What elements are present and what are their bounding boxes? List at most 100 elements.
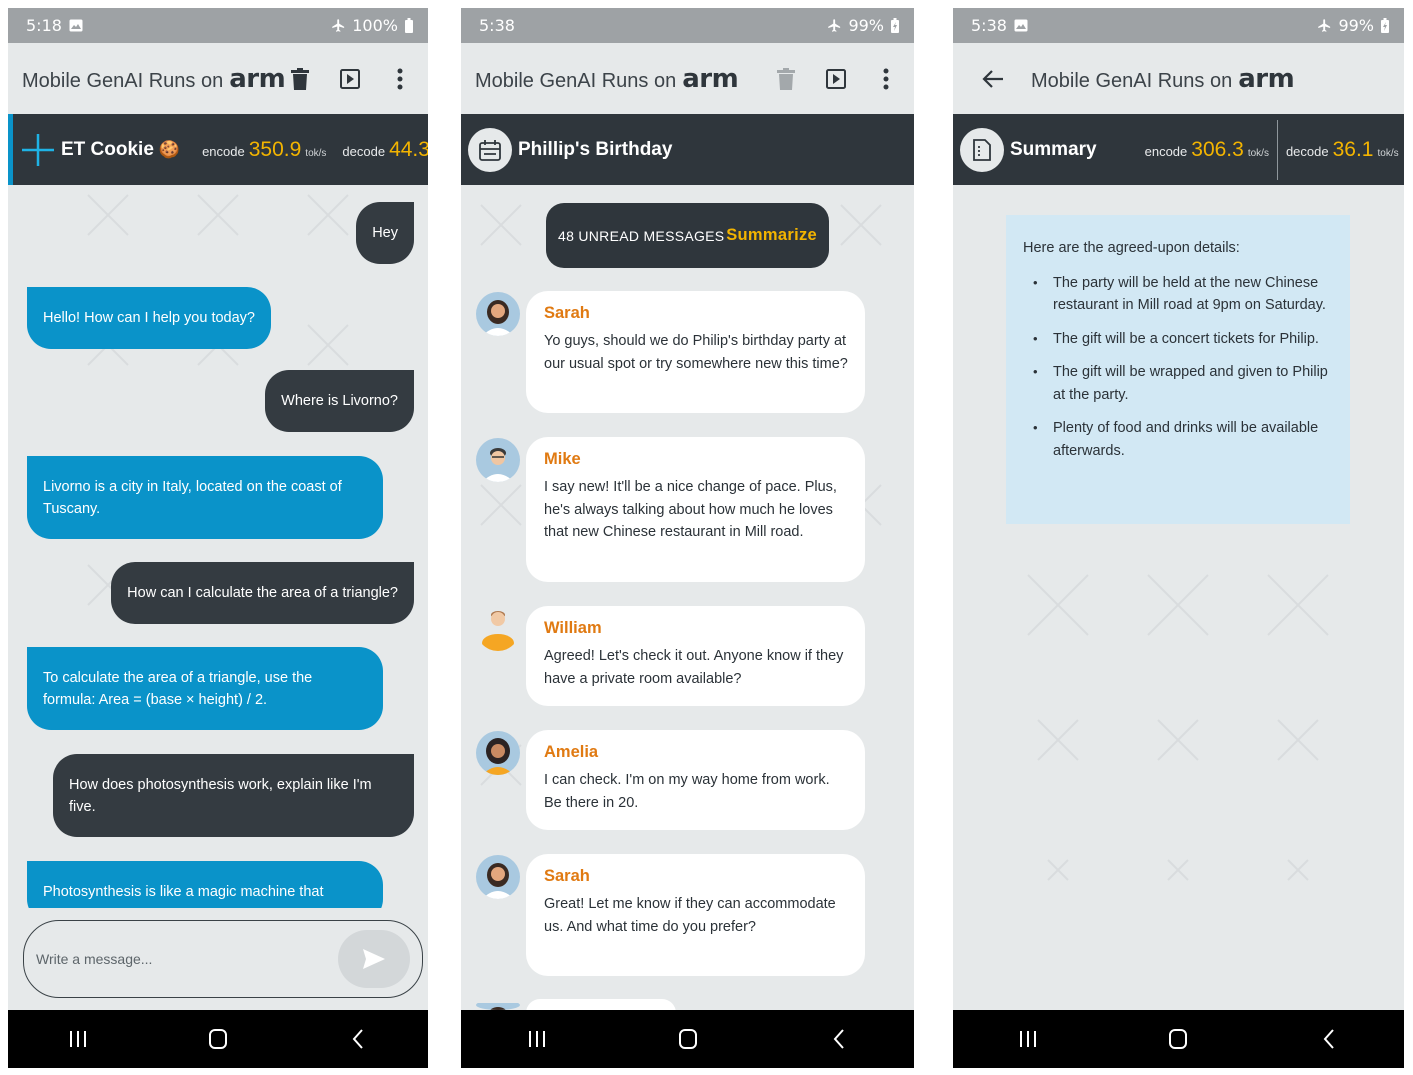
play-box-icon[interactable]	[336, 65, 364, 93]
avatar-amelia	[476, 731, 520, 775]
chat-title: Summary	[1010, 138, 1097, 160]
decode-value: 36.1	[1332, 137, 1374, 161]
system-nav-bar	[461, 1010, 914, 1068]
encode-unit: tok/s	[1247, 147, 1269, 159]
calendar-icon	[468, 127, 512, 172]
app-bar: Mobile GenAI Runs on arm	[8, 43, 428, 114]
arm-logo: arm	[229, 63, 286, 94]
sender-name: William	[544, 619, 602, 637]
image-notification-icon	[1013, 18, 1029, 34]
avatar-sarah	[476, 855, 520, 899]
plus-icon[interactable]	[21, 132, 55, 168]
encode-label: encode	[202, 143, 245, 159]
message-text: Photosynthesis is like a magic machine t…	[43, 884, 324, 900]
summary-list: The party will be held at the new Chines…	[1023, 272, 1332, 463]
message-input[interactable]	[36, 951, 338, 967]
home-icon[interactable]	[202, 1023, 234, 1055]
screen-chat: 5:18 100% Mobile GenAI Runs on arm ET Coo…	[8, 8, 428, 1068]
user-message[interactable]: How can I calculate the area of a triang…	[111, 562, 414, 624]
avatar-partial	[476, 1000, 520, 1010]
chat-header: Phillip's Birthday	[461, 114, 914, 185]
chat-header: ET Cookie 🍪 encode350.9tok/s decode44.3t…	[8, 114, 428, 185]
back-nav-icon[interactable]	[1313, 1023, 1345, 1055]
avatar-william	[476, 607, 520, 651]
message-card[interactable]: Sarah Great! Let me know if they can acc…	[526, 854, 865, 976]
app-bar: Mobile GenAI Runs on arm	[461, 43, 914, 114]
chat-title: ET Cookie	[61, 138, 154, 160]
metric-divider	[1276, 119, 1278, 180]
status-time: 5:38	[479, 16, 515, 35]
decode-unit: tok/s	[1377, 147, 1399, 159]
sender-name: Mike	[544, 450, 581, 468]
back-arrow-icon[interactable]	[979, 65, 1007, 93]
encode-value: 306.3	[1191, 137, 1244, 161]
encode-value: 350.9	[248, 137, 302, 161]
screen-group-chat: 5:38 99% Mobile GenAI Runs on arm Phillip…	[461, 8, 914, 1068]
encode-unit: tok/s	[305, 147, 327, 159]
chat-title: Phillip's Birthday	[518, 138, 673, 160]
trash-icon[interactable]	[772, 65, 800, 93]
system-nav-bar	[8, 1010, 428, 1068]
home-icon[interactable]	[672, 1023, 704, 1055]
message-card[interactable]: Amelia I can check. I'm on my way home f…	[526, 730, 865, 830]
brand-title: Mobile GenAI Runs on arm	[475, 64, 739, 94]
airplane-mode-icon	[826, 18, 842, 34]
system-nav-bar	[953, 1010, 1404, 1068]
message-card[interactable]: Sarah Yo guys, should we do Philip's bir…	[526, 291, 865, 413]
user-message[interactable]: How does photosynthesis work, explain li…	[53, 754, 414, 837]
status-bar: 5:38 99%	[461, 8, 914, 43]
summary-point: The gift will be a concert tickets for P…	[1023, 328, 1332, 351]
message-text: Agreed! Let's check it out. Anyone know …	[544, 648, 844, 687]
status-time: 5:38	[971, 16, 1007, 35]
message-text: How does photosynthesis work, explain li…	[69, 776, 372, 815]
send-button[interactable]	[338, 930, 410, 988]
message-text: Yo guys, should we do Philip's birthday …	[544, 333, 848, 372]
recent-apps-icon[interactable]	[1012, 1023, 1044, 1055]
back-nav-icon[interactable]	[823, 1023, 855, 1055]
encode-label: encode	[1144, 143, 1188, 159]
summary-card: Here are the agreed-upon details: The pa…	[1006, 215, 1350, 524]
back-nav-icon[interactable]	[342, 1023, 374, 1055]
airplane-mode-icon	[330, 18, 346, 34]
trash-icon[interactable]	[286, 65, 314, 93]
battery-level: 99%	[1338, 16, 1374, 35]
sender-name: Sarah	[544, 867, 590, 885]
summary-point: The party will be held at the new Chines…	[1023, 272, 1332, 317]
brand-prefix: Mobile GenAI Runs on	[1031, 69, 1233, 92]
message-input-container	[23, 920, 423, 998]
message-text: Hey	[372, 225, 398, 241]
message-text: Hello! How can I help you today?	[43, 310, 255, 326]
bot-message[interactable]: To calculate the area of a triangle, use…	[27, 647, 383, 730]
arm-logo: arm	[1238, 63, 1295, 94]
battery-icon	[404, 18, 414, 34]
message-text: Where is Livorno?	[281, 393, 398, 409]
encode-metric: encode 306.3 tok/s	[1145, 138, 1269, 162]
more-vertical-icon[interactable]	[872, 65, 900, 93]
bot-message[interactable]: Hello! How can I help you today?	[27, 287, 271, 349]
decode-label: decode	[342, 143, 386, 159]
send-icon	[360, 945, 388, 973]
message-card[interactable]: Mike I say new! It'll be a nice change o…	[526, 437, 865, 582]
battery-level: 100%	[352, 16, 398, 35]
recent-apps-icon[interactable]	[521, 1023, 553, 1055]
more-vertical-icon[interactable]	[386, 65, 414, 93]
user-message[interactable]: Where is Livorno?	[265, 370, 414, 432]
play-box-icon[interactable]	[822, 65, 850, 93]
summary-point: Plenty of food and drinks will be availa…	[1023, 417, 1332, 462]
message-card[interactable]: William Agreed! Let's check it out. Anyo…	[526, 606, 865, 706]
document-icon	[960, 127, 1004, 172]
message-text: I say new! It'll be a nice change of pac…	[544, 479, 837, 540]
summarize-button[interactable]: Summarize	[726, 226, 817, 245]
recent-apps-icon[interactable]	[62, 1023, 94, 1055]
battery-charging-icon	[1380, 18, 1390, 34]
brand-prefix: Mobile GenAI Runs on	[22, 69, 224, 92]
battery-charging-icon	[890, 18, 900, 34]
airplane-mode-icon	[1316, 18, 1332, 34]
user-message[interactable]: Hey	[356, 202, 414, 264]
decode-value: 44.3	[389, 137, 428, 161]
decode-metric: decode44.3tok/s	[342, 138, 428, 162]
status-bar: 5:18 100%	[8, 8, 428, 43]
home-icon[interactable]	[1162, 1023, 1194, 1055]
bot-message[interactable]: Livorno is a city in Italy, located on t…	[27, 456, 383, 539]
avatar-mike	[476, 438, 520, 482]
